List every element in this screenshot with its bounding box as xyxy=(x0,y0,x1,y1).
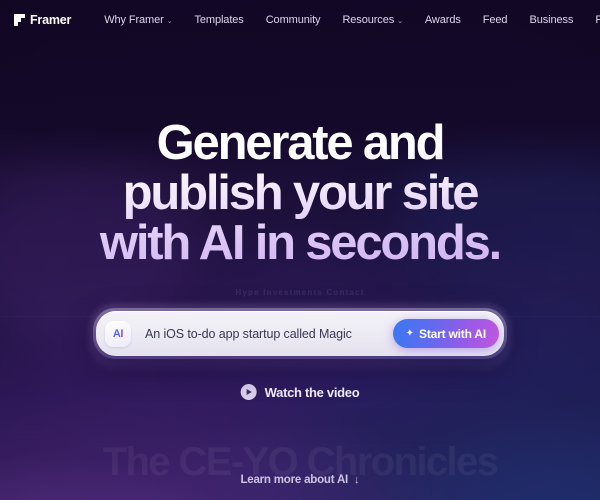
top-navigation: Framer Why Framer ⌄ Templates Community … xyxy=(0,0,600,40)
nav-item-label: Resources xyxy=(342,14,395,26)
sparkle-icon: ✦ xyxy=(405,327,415,339)
nav-item-resources[interactable]: Resources ⌄ xyxy=(331,10,413,30)
nav-links: Why Framer ⌄ Templates Community Resourc… xyxy=(93,10,600,30)
ai-badge-label: AI xyxy=(112,327,124,340)
nav-item-business[interactable]: Business xyxy=(518,10,584,30)
start-with-ai-label: Start with AI xyxy=(419,326,486,341)
ai-prompt-section: AI ✦ Start with AI xyxy=(89,304,511,369)
page-root: Hype Investments Contact Framer Why Fram… xyxy=(0,0,600,500)
hero-section: Generate and publish your site with AI i… xyxy=(0,118,600,268)
nav-item-label: Pricing xyxy=(595,14,600,26)
framer-logo-icon xyxy=(14,13,25,27)
watch-video-label: Watch the video xyxy=(264,384,360,400)
nav-item-label: Awards xyxy=(424,14,461,26)
headline-line-1: Generate and xyxy=(156,116,444,170)
search-input[interactable] xyxy=(131,326,393,341)
prompt-frame: AI ✦ Start with AI xyxy=(93,308,507,359)
nav-item-label: Community xyxy=(265,14,321,26)
brand-logo[interactable]: Framer xyxy=(14,13,71,27)
nav-item-pricing[interactable]: Pricing xyxy=(584,10,600,30)
nav-item-why-framer[interactable]: Why Framer ⌄ xyxy=(93,10,183,30)
nav-item-label: Why Framer xyxy=(104,14,164,26)
play-icon xyxy=(240,384,257,400)
chevron-down-icon: ⌄ xyxy=(397,18,403,25)
watch-video-button[interactable]: Watch the video xyxy=(240,384,360,400)
headline-line-3: with AI in seconds. xyxy=(99,216,501,270)
headline-line-2: publish your site xyxy=(122,166,478,220)
brand-name: Framer xyxy=(30,13,72,27)
chevron-down-icon: ⌄ xyxy=(166,18,173,25)
page-title: Generate and publish your site with AI i… xyxy=(0,118,600,268)
ai-badge-icon: AI xyxy=(105,320,131,347)
arrow-down-icon: ↓ xyxy=(354,474,360,486)
learn-more-link[interactable]: Learn more about AI ↓ xyxy=(240,474,359,486)
nav-item-label: Feed xyxy=(482,14,508,26)
learn-more-label: Learn more about AI xyxy=(240,474,349,486)
start-with-ai-button[interactable]: ✦ Start with AI xyxy=(392,319,499,348)
nav-item-community[interactable]: Community xyxy=(255,10,332,30)
nav-item-templates[interactable]: Templates xyxy=(183,10,254,30)
nav-item-label: Templates xyxy=(194,14,244,26)
nav-item-feed[interactable]: Feed xyxy=(472,10,519,30)
prompt-bar: AI ✦ Start with AI xyxy=(96,311,504,356)
nav-item-awards[interactable]: Awards xyxy=(414,10,472,30)
background-mini-nav: Hype Investments Contact xyxy=(235,288,365,297)
nav-item-label: Business xyxy=(529,14,574,26)
